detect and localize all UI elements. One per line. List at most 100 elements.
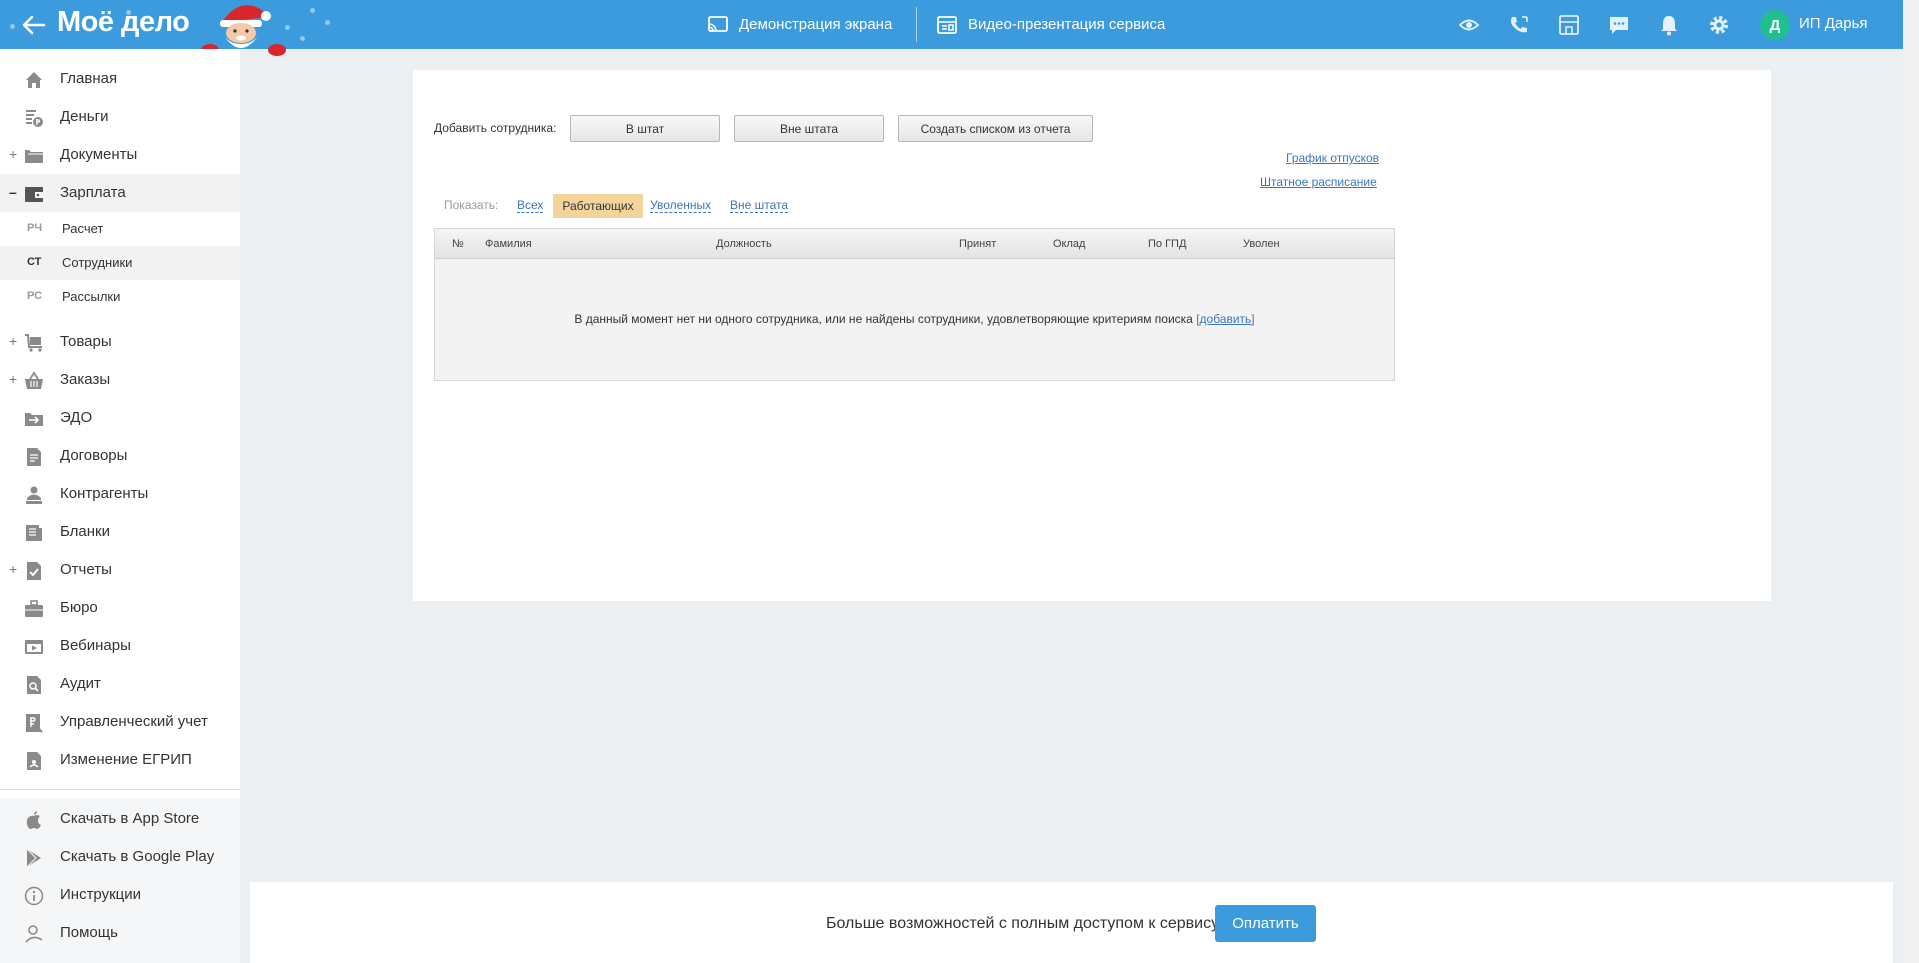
column-hired[interactable]: Принят — [959, 238, 996, 250]
sidebar-item-orders[interactable]: + Заказы — [0, 361, 240, 399]
management-icon — [26, 714, 43, 733]
sidebar: Главная Деньги + Документы – Зарплата РЧ… — [0, 49, 240, 963]
sidebar-item-goods[interactable]: + Товары — [0, 323, 240, 361]
sidebar-item-audit[interactable]: Аудит — [0, 665, 240, 703]
sidebar-item-label: Инструкции — [60, 886, 142, 903]
eye-icon[interactable] — [1457, 13, 1481, 37]
header-divider — [916, 7, 917, 42]
gear-icon[interactable] — [1707, 13, 1731, 37]
sidebar-item-label: Аудит — [60, 675, 101, 692]
sidebar-divider — [0, 789, 240, 790]
sidebar-item-management-accounting[interactable]: Управленческий учет — [0, 703, 240, 741]
column-number[interactable]: № — [452, 238, 464, 250]
expand-icon[interactable]: + — [9, 333, 17, 349]
sidebar-item-salary[interactable]: – Зарплата — [0, 174, 240, 212]
pay-button[interactable]: Оплатить — [1215, 905, 1316, 942]
phone-icon[interactable] — [1507, 13, 1531, 37]
audit-icon — [27, 676, 41, 694]
sidebar-item-label: Деньги — [60, 108, 109, 125]
sidebar-item-home[interactable]: Главная — [0, 60, 240, 98]
sidebar-subitem-calculation[interactable]: РЧ Расчет — [0, 212, 240, 246]
sidebar-item-webinars[interactable]: Вебинары — [0, 627, 240, 665]
sidebar-item-money[interactable]: Деньги — [0, 98, 240, 136]
screen-demo-label: Демонстрация экрана — [739, 16, 893, 33]
sidebar-item-label: Управленческий учет — [60, 713, 208, 730]
scrollbar[interactable] — [1903, 0, 1919, 963]
help-icon — [25, 925, 43, 943]
sidebar-item-label: Вебинары — [60, 637, 131, 654]
sidebar-item-app-store[interactable]: Скачать в App Store — [0, 800, 240, 838]
subitem-abbr: РЧ — [27, 222, 43, 234]
sidebar-subitem-mailings[interactable]: РС Рассылки — [0, 280, 240, 314]
sidebar-item-bureau[interactable]: Бюро — [0, 589, 240, 627]
column-surname[interactable]: Фамилия — [485, 238, 532, 250]
column-position[interactable]: Должность — [716, 238, 772, 250]
vacation-schedule-link[interactable]: График отпусков — [1286, 151, 1379, 165]
filter-non-staff[interactable]: Вне штата — [730, 198, 789, 213]
column-dismissed[interactable]: Уволен — [1243, 238, 1280, 250]
sidebar-item-help[interactable]: Помощь — [0, 914, 240, 952]
sidebar-item-label: Бюро — [60, 599, 98, 616]
sidebar-item-label: Бланки — [60, 523, 110, 540]
sidebar-item-forms[interactable]: Бланки — [0, 513, 240, 551]
subitem-abbr: СТ — [27, 256, 42, 268]
employees-table: № Фамилия Должность Принят Оклад По ГПД … — [434, 228, 1395, 381]
chat-icon[interactable] — [1607, 13, 1631, 37]
store-icon[interactable] — [1557, 13, 1581, 37]
sidebar-item-label: Товары — [60, 333, 112, 350]
egrip-icon — [27, 752, 41, 770]
user-name[interactable]: ИП Дарья — [1799, 15, 1868, 32]
sidebar-item-contractors[interactable]: Контрагенты — [0, 475, 240, 513]
sidebar-item-google-play[interactable]: Скачать в Google Play — [0, 838, 240, 876]
create-from-report-button[interactable]: Создать списком из отчета — [898, 115, 1093, 142]
sidebar-item-label: Скачать в App Store — [60, 810, 200, 827]
add-employee-link[interactable]: [добавить] — [1196, 312, 1254, 326]
subitem-abbr: РС — [27, 290, 43, 302]
wallet-icon — [25, 187, 43, 202]
column-salary[interactable]: Оклад — [1053, 238, 1085, 250]
add-employee-label: Добавить сотрудника: — [434, 121, 557, 135]
sidebar-item-label: Главная — [60, 70, 118, 87]
forms-icon — [26, 525, 42, 541]
sidebar-item-egrip[interactable]: Изменение ЕГРИП — [0, 741, 240, 779]
cast-icon — [708, 15, 728, 32]
sidebar-item-label: Зарплата — [60, 184, 126, 201]
expand-icon[interactable]: + — [9, 146, 17, 162]
add-non-staff-button[interactable]: Вне штата — [734, 115, 884, 142]
collapse-icon[interactable]: – — [9, 184, 17, 200]
user-avatar[interactable]: Д — [1760, 10, 1790, 40]
cart-icon — [25, 334, 42, 352]
sidebar-item-documents[interactable]: + Документы — [0, 136, 240, 174]
filter-dismissed[interactable]: Уволенных — [650, 198, 712, 213]
empty-state-message: В данный момент нет ни одного сотрудника… — [435, 312, 1394, 326]
column-gpd[interactable]: По ГПД — [1148, 238, 1186, 250]
video-presentation-label: Видео-презентация сервиса — [968, 16, 1166, 33]
sidebar-item-label: Заказы — [60, 371, 111, 388]
reports-icon — [27, 562, 41, 580]
bell-icon[interactable] — [1657, 13, 1681, 37]
sidebar-item-label: Отчеты — [60, 561, 112, 578]
expand-icon[interactable]: + — [9, 561, 17, 577]
expand-icon[interactable]: + — [9, 371, 17, 387]
promo-text: Больше возможностей с полным доступом к … — [826, 915, 1220, 932]
subitem-label: Рассылки — [62, 289, 121, 304]
empty-state-text: В данный момент нет ни одного сотрудника… — [574, 312, 1193, 326]
sidebar-item-contracts[interactable]: Договоры — [0, 437, 240, 475]
sidebar-subitem-employees[interactable]: СТ Сотрудники — [0, 246, 240, 280]
webinar-icon — [25, 640, 43, 654]
sidebar-item-edo[interactable]: ЭДО — [0, 399, 240, 437]
sidebar-item-label: Скачать в Google Play — [60, 848, 215, 865]
back-arrow-icon[interactable] — [20, 11, 48, 39]
video-presentation-link[interactable]: Видео-презентация сервиса — [936, 0, 1165, 49]
staff-schedule-link[interactable]: Штатное расписание — [1260, 175, 1377, 189]
basket-icon — [25, 371, 43, 389]
contractors-icon — [26, 486, 42, 504]
sidebar-item-label: Изменение ЕГРИП — [60, 751, 192, 768]
screen-demo-link[interactable]: Демонстрация экрана — [707, 0, 892, 49]
add-staff-button[interactable]: В штат — [570, 115, 720, 142]
sidebar-item-reports[interactable]: + Отчеты — [0, 551, 240, 589]
filter-all[interactable]: Всех — [517, 198, 544, 213]
sidebar-item-instructions[interactable]: Инструкции — [0, 876, 240, 914]
filter-working[interactable]: Работающих — [553, 194, 643, 218]
app-logo[interactable]: Моё дело — [57, 6, 190, 39]
